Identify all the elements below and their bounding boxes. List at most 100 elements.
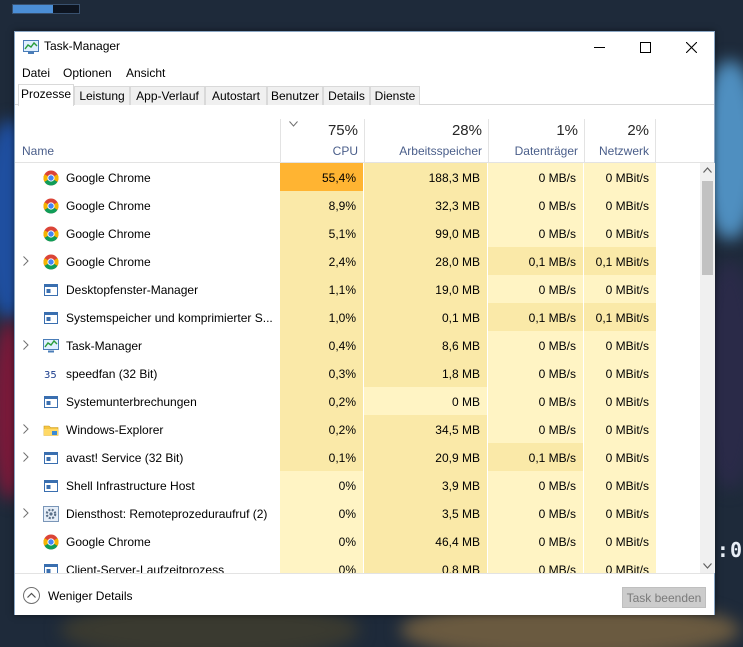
process-network-cell: 0 MBit/s <box>584 359 656 387</box>
process-row[interactable]: Google Chrome 2,4% 28,0 MB 0,1 MB/s 0,1 MBit… <box>15 247 700 275</box>
disk-total-percent: 1% <box>556 122 578 139</box>
process-network-cell: 0 MBit/s <box>584 471 656 499</box>
title-bar[interactable]: Task-Manager <box>15 32 714 62</box>
process-disk-value: 0,1 MB/s <box>528 255 576 269</box>
scrollbar-thumb[interactable] <box>702 181 713 275</box>
process-memory-cell: 0,1 MB <box>364 303 487 331</box>
process-row[interactable]: avast! Service (32 Bit) 0,1% 20,9 MB 0,1 MB… <box>15 443 700 471</box>
process-name-cell: Task-Manager <box>15 331 280 359</box>
process-cpu-cell: 0% <box>280 527 363 555</box>
process-cpu-cell: 0% <box>280 471 363 499</box>
gear-icon <box>43 506 59 522</box>
process-network-cell: 0 MBit/s <box>584 527 656 555</box>
process-name: Google Chrome <box>66 171 151 185</box>
process-disk-cell: 0 MB/s <box>488 499 583 527</box>
process-memory-value: 1,8 MB <box>441 367 480 381</box>
process-row[interactable]: Systemspeicher und komprimierter S... 1,0… <box>15 303 700 331</box>
expand-chevron-icon[interactable] <box>23 256 29 266</box>
tab-details[interactable]: Details <box>323 86 370 105</box>
process-network-value: 0 MBit/s <box>605 199 649 213</box>
process-row[interactable]: Diensthost: Remoteprozeduraufruf (2) 0% 3,… <box>15 499 700 527</box>
end-task-button[interactable]: Task beenden <box>622 587 706 608</box>
process-row[interactable]: Google Chrome 0% 46,4 MB 0 MB/s 0 MBit/s <box>15 527 700 555</box>
process-row[interactable]: Task-Manager 0,4% 8,6 MB 0 MB/s 0 MBit/s <box>15 331 700 359</box>
process-memory-value: 8,6 MB <box>441 339 480 353</box>
column-header-name[interactable]: Name <box>15 119 280 163</box>
process-cpu-value: 0,2% <box>328 423 356 437</box>
process-disk-cell: 0 MB/s <box>488 387 583 415</box>
process-cpu-cell: 1,1% <box>280 275 363 303</box>
tab-leistung[interactable]: Leistung <box>74 86 130 105</box>
window-app-icon <box>43 562 59 573</box>
scroll-down-icon[interactable] <box>703 563 712 569</box>
process-memory-value: 3,5 MB <box>441 507 480 521</box>
process-disk-cell: 0 MB/s <box>488 275 583 303</box>
tab-app-verlauf[interactable]: App-Verlauf <box>130 86 205 105</box>
column-header-cpu[interactable]: 75% CPU <box>280 119 364 163</box>
menu-ansicht[interactable]: Ansicht <box>126 66 165 80</box>
process-network-cell: 0 MBit/s <box>584 219 656 247</box>
column-header-network[interactable]: 2% Netzwerk <box>584 119 656 163</box>
column-header-disk[interactable]: 1% Datenträger <box>488 119 584 163</box>
process-disk-cell: 0 MB/s <box>488 555 583 573</box>
process-disk-value: 0,1 MB/s <box>528 451 576 465</box>
process-memory-cell: 1,8 MB <box>364 359 487 387</box>
window-app-icon <box>43 394 59 410</box>
process-name-cell: Google Chrome <box>15 191 280 219</box>
tab-autostart[interactable]: Autostart <box>205 86 267 105</box>
fewer-details-link[interactable]: Weniger Details <box>48 589 132 603</box>
process-row[interactable]: Shell Infrastructure Host 0% 3,9 MB 0 MB/s 0… <box>15 471 700 499</box>
process-cpu-cell: 8,9% <box>280 191 363 219</box>
scroll-up-icon[interactable] <box>703 167 712 173</box>
process-row[interactable]: Windows-Explorer 0,2% 34,5 MB 0 MB/s 0 MBit/… <box>15 415 700 443</box>
folder-icon <box>43 422 59 438</box>
process-network-value: 0 MBit/s <box>605 535 649 549</box>
process-name: Windows-Explorer <box>66 423 164 437</box>
process-cpu-cell: 2,4% <box>280 247 363 275</box>
minimize-icon <box>593 46 605 48</box>
cpu-total-percent: 75% <box>327 122 358 139</box>
process-row[interactable]: Desktopfenster-Manager 1,1% 19,0 MB 0 MB/s 0… <box>15 275 700 303</box>
process-disk-value: 0 MB/s <box>538 479 576 493</box>
process-row[interactable]: Google Chrome 8,9% 32,3 MB 0 MB/s 0 MBit/s <box>15 191 700 219</box>
process-memory-cell: 28,0 MB <box>364 247 487 275</box>
column-header-memory[interactable]: 28% Arbeitsspeicher <box>364 119 488 163</box>
vertical-scrollbar[interactable] <box>700 163 715 573</box>
window-app-icon <box>43 282 59 298</box>
process-disk-value: 0 MB/s <box>538 423 576 437</box>
process-cpu-value: 2,4% <box>328 255 356 269</box>
process-row[interactable]: Google Chrome 5,1% 99,0 MB 0 MB/s 0 MBit/s <box>15 219 700 247</box>
process-name-cell: Client-Server-Laufzeitprozess <box>15 555 280 573</box>
process-row[interactable]: Systemunterbrechungen 0,2% 0 MB 0 MB/s 0 MBi… <box>15 387 700 415</box>
process-row[interactable]: 35 speedfan (32 Bit) 0,3% 1,8 MB 0 MB/s 0 MBi… <box>15 359 700 387</box>
process-memory-value: 0,1 MB <box>441 311 480 325</box>
close-button[interactable] <box>668 32 714 62</box>
menu-optionen[interactable]: Optionen <box>63 66 112 80</box>
maximize-button[interactable] <box>622 32 668 62</box>
expand-chevron-icon[interactable] <box>23 508 29 518</box>
process-network-cell: 0 MBit/s <box>584 555 656 573</box>
expand-chevron-icon[interactable] <box>23 424 29 434</box>
process-name-cell: Shell Infrastructure Host <box>15 471 280 499</box>
process-disk-value: 0 MB/s <box>538 227 576 241</box>
tab-dienste[interactable]: Dienste <box>370 86 420 105</box>
process-memory-value: 28,0 MB <box>435 255 480 269</box>
process-disk-cell: 0 MB/s <box>488 415 583 443</box>
svg-text:35: 35 <box>44 370 57 381</box>
expand-chevron-icon[interactable] <box>23 340 29 350</box>
process-memory-cell: 8,6 MB <box>364 331 487 359</box>
tab-benutzer[interactable]: Benutzer <box>267 86 323 105</box>
process-row[interactable]: Client-Server-Laufzeitprozess 0% 0,8 MB 0 M… <box>15 555 700 573</box>
process-row[interactable]: Google Chrome 55,4% 188,3 MB 0 MB/s 0 MBit/s <box>15 163 700 191</box>
process-disk-cell: 0 MB/s <box>488 191 583 219</box>
process-name-cell: 35 speedfan (32 Bit) <box>15 359 280 387</box>
fewer-details-icon[interactable] <box>23 587 40 604</box>
process-name: Systemunterbrechungen <box>66 395 197 409</box>
tab-prozesse[interactable]: Prozesse <box>18 84 74 106</box>
process-disk-cell: 0,1 MB/s <box>488 443 583 471</box>
process-network-value: 0 MBit/s <box>605 367 649 381</box>
minimize-button[interactable] <box>576 32 622 62</box>
process-name: Google Chrome <box>66 535 151 549</box>
menu-datei[interactable]: Datei <box>22 66 50 80</box>
expand-chevron-icon[interactable] <box>23 452 29 462</box>
